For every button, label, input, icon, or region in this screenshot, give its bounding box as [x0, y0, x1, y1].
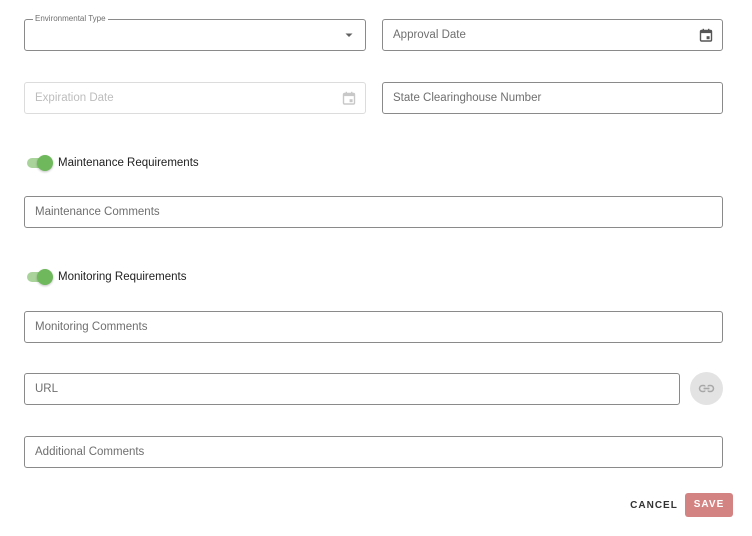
maintenance-comments-field[interactable]: Maintenance Comments — [24, 196, 723, 228]
monitoring-requirements-label: Monitoring Requirements — [58, 271, 187, 283]
additional-comments-placeholder: Additional Comments — [35, 446, 145, 458]
url-placeholder: URL — [35, 383, 59, 395]
maintenance-requirements-toggle[interactable] — [25, 155, 53, 171]
toggle-thumb — [37, 269, 53, 285]
monitoring-comments-placeholder: Monitoring Comments — [35, 321, 148, 333]
expiration-date-field: Expiration Date — [24, 82, 366, 114]
arrow-drop-down-icon[interactable] — [342, 28, 356, 42]
approval-date-placeholder: Approval Date — [393, 29, 466, 41]
approval-date-field[interactable]: Approval Date — [382, 19, 723, 51]
maintenance-requirements-label: Maintenance Requirements — [58, 157, 199, 169]
open-link-button[interactable] — [690, 372, 723, 405]
maintenance-comments-placeholder: Maintenance Comments — [35, 206, 160, 218]
calendar-icon — [342, 91, 356, 105]
state-clearinghouse-number-placeholder: State Clearinghouse Number — [393, 92, 542, 104]
environmental-type-select[interactable]: Environmental Type — [24, 14, 366, 51]
environmental-type-label: Environmental Type — [33, 14, 108, 24]
monitoring-requirements-toggle[interactable] — [25, 269, 53, 285]
calendar-icon[interactable] — [699, 28, 713, 42]
save-button[interactable]: SAVE — [685, 493, 733, 517]
url-field[interactable]: URL — [24, 373, 680, 405]
monitoring-comments-field[interactable]: Monitoring Comments — [24, 311, 723, 343]
additional-comments-field[interactable]: Additional Comments — [24, 436, 723, 468]
cancel-button[interactable]: CANCEL — [628, 494, 680, 517]
state-clearinghouse-number-field[interactable]: State Clearinghouse Number — [382, 82, 723, 114]
expiration-date-placeholder: Expiration Date — [35, 92, 114, 104]
toggle-thumb — [37, 155, 53, 171]
